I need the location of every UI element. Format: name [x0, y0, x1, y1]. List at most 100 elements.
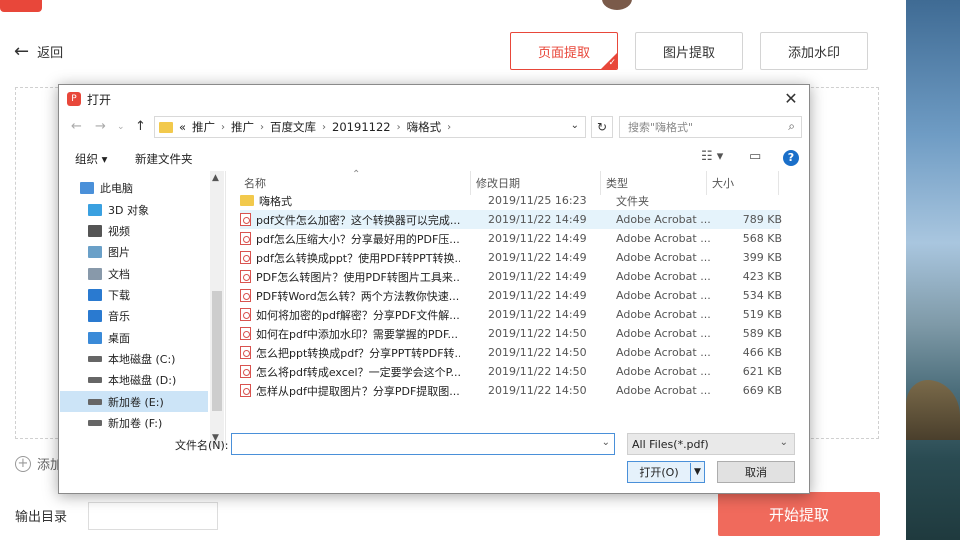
- file-type: Adobe Acrobat ...: [616, 289, 710, 302]
- image-extract-button[interactable]: 图片提取: [635, 32, 743, 70]
- add-file-button[interactable]: + 添加: [15, 454, 63, 473]
- pdf-icon: [240, 327, 251, 340]
- chevron-right-icon[interactable]: ›: [322, 122, 326, 133]
- refresh-icon[interactable]: ↻: [591, 116, 613, 138]
- back-button[interactable]: ← 返回: [14, 42, 63, 61]
- app-top-bar: [0, 0, 906, 14]
- nav-item-pictures[interactable]: 图片: [60, 241, 208, 262]
- file-name-text: 怎么把ppt转换成pdf？分享PPT转PDF转...: [256, 346, 460, 360]
- file-date: 2019/11/25 16:23: [488, 194, 587, 207]
- file-row[interactable]: pdf怎么压缩大小？分享最好用的PDF压... 2019/11/22 14:49…: [240, 229, 782, 248]
- file-row[interactable]: 怎么将pdf转成excel？一定要学会这个P... 2019/11/22 14:5…: [240, 362, 782, 381]
- cancel-button[interactable]: 取消: [717, 461, 795, 483]
- up-arrow-icon[interactable]: ↑: [135, 119, 146, 134]
- address-bar[interactable]: « 推广 › 推广 › 百度文库 › 20191122 › 嗨格式 › ⌄: [154, 116, 586, 138]
- file-row[interactable]: PDF怎么转图片？使用PDF转图片工具来... 2019/11/22 14:49…: [240, 267, 782, 286]
- file-size: 589 KB: [742, 327, 782, 340]
- scroll-thumb[interactable]: [212, 291, 222, 411]
- file-type: Adobe Acrobat ...: [616, 384, 710, 397]
- add-watermark-button[interactable]: 添加水印: [760, 32, 868, 70]
- search-icon[interactable]: ⌕: [788, 119, 795, 134]
- chevron-down-icon[interactable]: ⌄: [571, 120, 579, 131]
- page-extract-label: 页面提取: [537, 45, 590, 61]
- folder-icon: [159, 121, 173, 133]
- avatar[interactable]: [602, 0, 632, 10]
- pdf-icon: [240, 251, 251, 264]
- sort-caret-icon: ⌃: [352, 169, 361, 180]
- chevron-right-icon[interactable]: ›: [221, 122, 225, 133]
- nav-item-downloads[interactable]: 下载: [60, 284, 208, 305]
- nav-item-label: 图片: [108, 245, 130, 259]
- file-name-text: PDF转Word怎么转？两个方法教你快速...: [256, 289, 460, 303]
- file-type: Adobe Acrobat ...: [616, 251, 710, 264]
- file-type: Adobe Acrobat ...: [616, 346, 710, 359]
- page-extract-button[interactable]: 页面提取 ✓: [510, 32, 618, 70]
- breadcrumb-item[interactable]: 推广: [231, 119, 254, 135]
- breadcrumb-item[interactable]: 推广: [192, 119, 215, 135]
- dialog-titlebar[interactable]: P 打开 ✕: [59, 85, 809, 113]
- nav-item-label: 桌面: [108, 331, 130, 345]
- breadcrumb-item[interactable]: 20191122: [332, 120, 391, 134]
- chevron-down-icon[interactable]: ⌄: [602, 437, 610, 448]
- folder-row[interactable]: 嗨格式 2019/11/25 16:23 文件夹: [240, 191, 780, 210]
- scroll-up-icon[interactable]: ▲: [212, 173, 219, 183]
- nav-item-video[interactable]: 视频: [60, 220, 208, 241]
- file-type: Adobe Acrobat ...: [616, 365, 710, 378]
- organize-menu[interactable]: 组织 ▾: [75, 151, 107, 167]
- nav-item-this-pc[interactable]: 此电脑: [60, 177, 208, 198]
- view-options-icon[interactable]: ☷ ▾: [701, 149, 723, 164]
- pdf-icon: [240, 365, 251, 378]
- chevron-down-icon[interactable]: ⌄: [780, 437, 788, 448]
- file-name-text: pdf文件怎么加密？这个转换器可以完成...: [256, 213, 460, 227]
- file-row[interactable]: 如何在pdf中添加水印？需要掌握的PDF... 2019/11/22 14:50…: [240, 324, 782, 343]
- file-row[interactable]: PDF转Word怎么转？两个方法教你快速... 2019/11/22 14:49…: [240, 286, 782, 305]
- chevron-right-icon[interactable]: ›: [397, 122, 401, 133]
- column-header-type[interactable]: 类型: [606, 175, 628, 191]
- file-type-filter[interactable]: All Files(*.pdf) ⌄: [627, 433, 795, 455]
- file-name-text: 怎样从pdf中提取图片？分享PDF提取图...: [256, 384, 460, 398]
- help-icon[interactable]: ?: [783, 150, 799, 166]
- check-icon: ✓: [608, 58, 616, 68]
- navigation-bar: ← → ⌄ ↑ « 推广 › 推广 › 百度文库 › 20191122 › 嗨格…: [59, 113, 811, 143]
- nav-item-drive-d[interactable]: 本地磁盘 (D:): [60, 369, 208, 390]
- preview-pane-icon[interactable]: ▭: [749, 149, 761, 164]
- breadcrumb-item[interactable]: 嗨格式: [407, 119, 442, 135]
- recent-chevron-icon[interactable]: ⌄: [117, 122, 125, 132]
- file-size: 519 KB: [742, 308, 782, 321]
- open-file-dialog: P 打开 ✕ ← → ⌄ ↑ « 推广 › 推广 › 百度文库 › 201911…: [58, 84, 810, 494]
- column-header-date[interactable]: 修改日期: [476, 175, 520, 191]
- open-button[interactable]: 打开(O) ▼: [627, 461, 705, 483]
- forward-arrow-icon[interactable]: →: [95, 119, 106, 134]
- breadcrumb-item[interactable]: 百度文库: [270, 119, 316, 135]
- back-arrow-icon[interactable]: ←: [71, 119, 82, 134]
- file-row[interactable]: pdf怎么转换成ppt？使用PDF转PPT转换... 2019/11/22 14…: [240, 248, 782, 267]
- column-header-size[interactable]: 大小: [712, 175, 734, 191]
- nav-item-drive-c[interactable]: 本地磁盘 (C:): [60, 348, 208, 369]
- file-row[interactable]: 如何将加密的pdf解密？分享PDF文件解... 2019/11/22 14:49…: [240, 305, 782, 324]
- nav-item-drive-e[interactable]: 新加卷 (E:): [60, 391, 208, 412]
- nav-item-label: 3D 对象: [108, 203, 149, 217]
- start-extract-button[interactable]: 开始提取: [718, 492, 880, 536]
- file-date: 2019/11/22 14:49: [488, 289, 587, 302]
- close-icon[interactable]: ✕: [781, 89, 801, 109]
- nav-item-desktop[interactable]: 桌面: [60, 327, 208, 348]
- nav-item-documents[interactable]: 文档: [60, 263, 208, 284]
- nav-item-music[interactable]: 音乐: [60, 305, 208, 326]
- chevron-right-icon[interactable]: ›: [447, 122, 451, 133]
- output-dir-field[interactable]: [88, 502, 218, 530]
- file-row[interactable]: 怎样从pdf中提取图片？分享PDF提取图... 2019/11/22 14:50 A…: [240, 381, 782, 400]
- open-options-chevron-icon[interactable]: ▼: [690, 463, 704, 481]
- file-row[interactable]: 怎么把ppt转换成pdf？分享PPT转PDF转... 2019/11/22 14:…: [240, 343, 782, 362]
- nav-item-label: 新加卷 (E:): [108, 395, 164, 409]
- nav-item-3d[interactable]: 3D 对象: [60, 199, 208, 220]
- search-placeholder: 搜索"嗨格式": [628, 121, 694, 134]
- new-folder-button[interactable]: 新建文件夹: [135, 151, 193, 167]
- nav-scrollbar[interactable]: ▲ ▼: [210, 171, 224, 447]
- file-row[interactable]: pdf文件怎么加密？这个转换器可以完成... 2019/11/22 14:49 …: [240, 210, 782, 229]
- breadcrumb-overflow[interactable]: «: [179, 120, 186, 134]
- search-input[interactable]: 搜索"嗨格式" ⌕: [619, 116, 802, 138]
- app-logo-icon: [0, 0, 42, 12]
- filename-input[interactable]: ⌄: [231, 433, 615, 455]
- chevron-right-icon[interactable]: ›: [260, 122, 264, 133]
- column-header-name[interactable]: 名称: [244, 175, 266, 191]
